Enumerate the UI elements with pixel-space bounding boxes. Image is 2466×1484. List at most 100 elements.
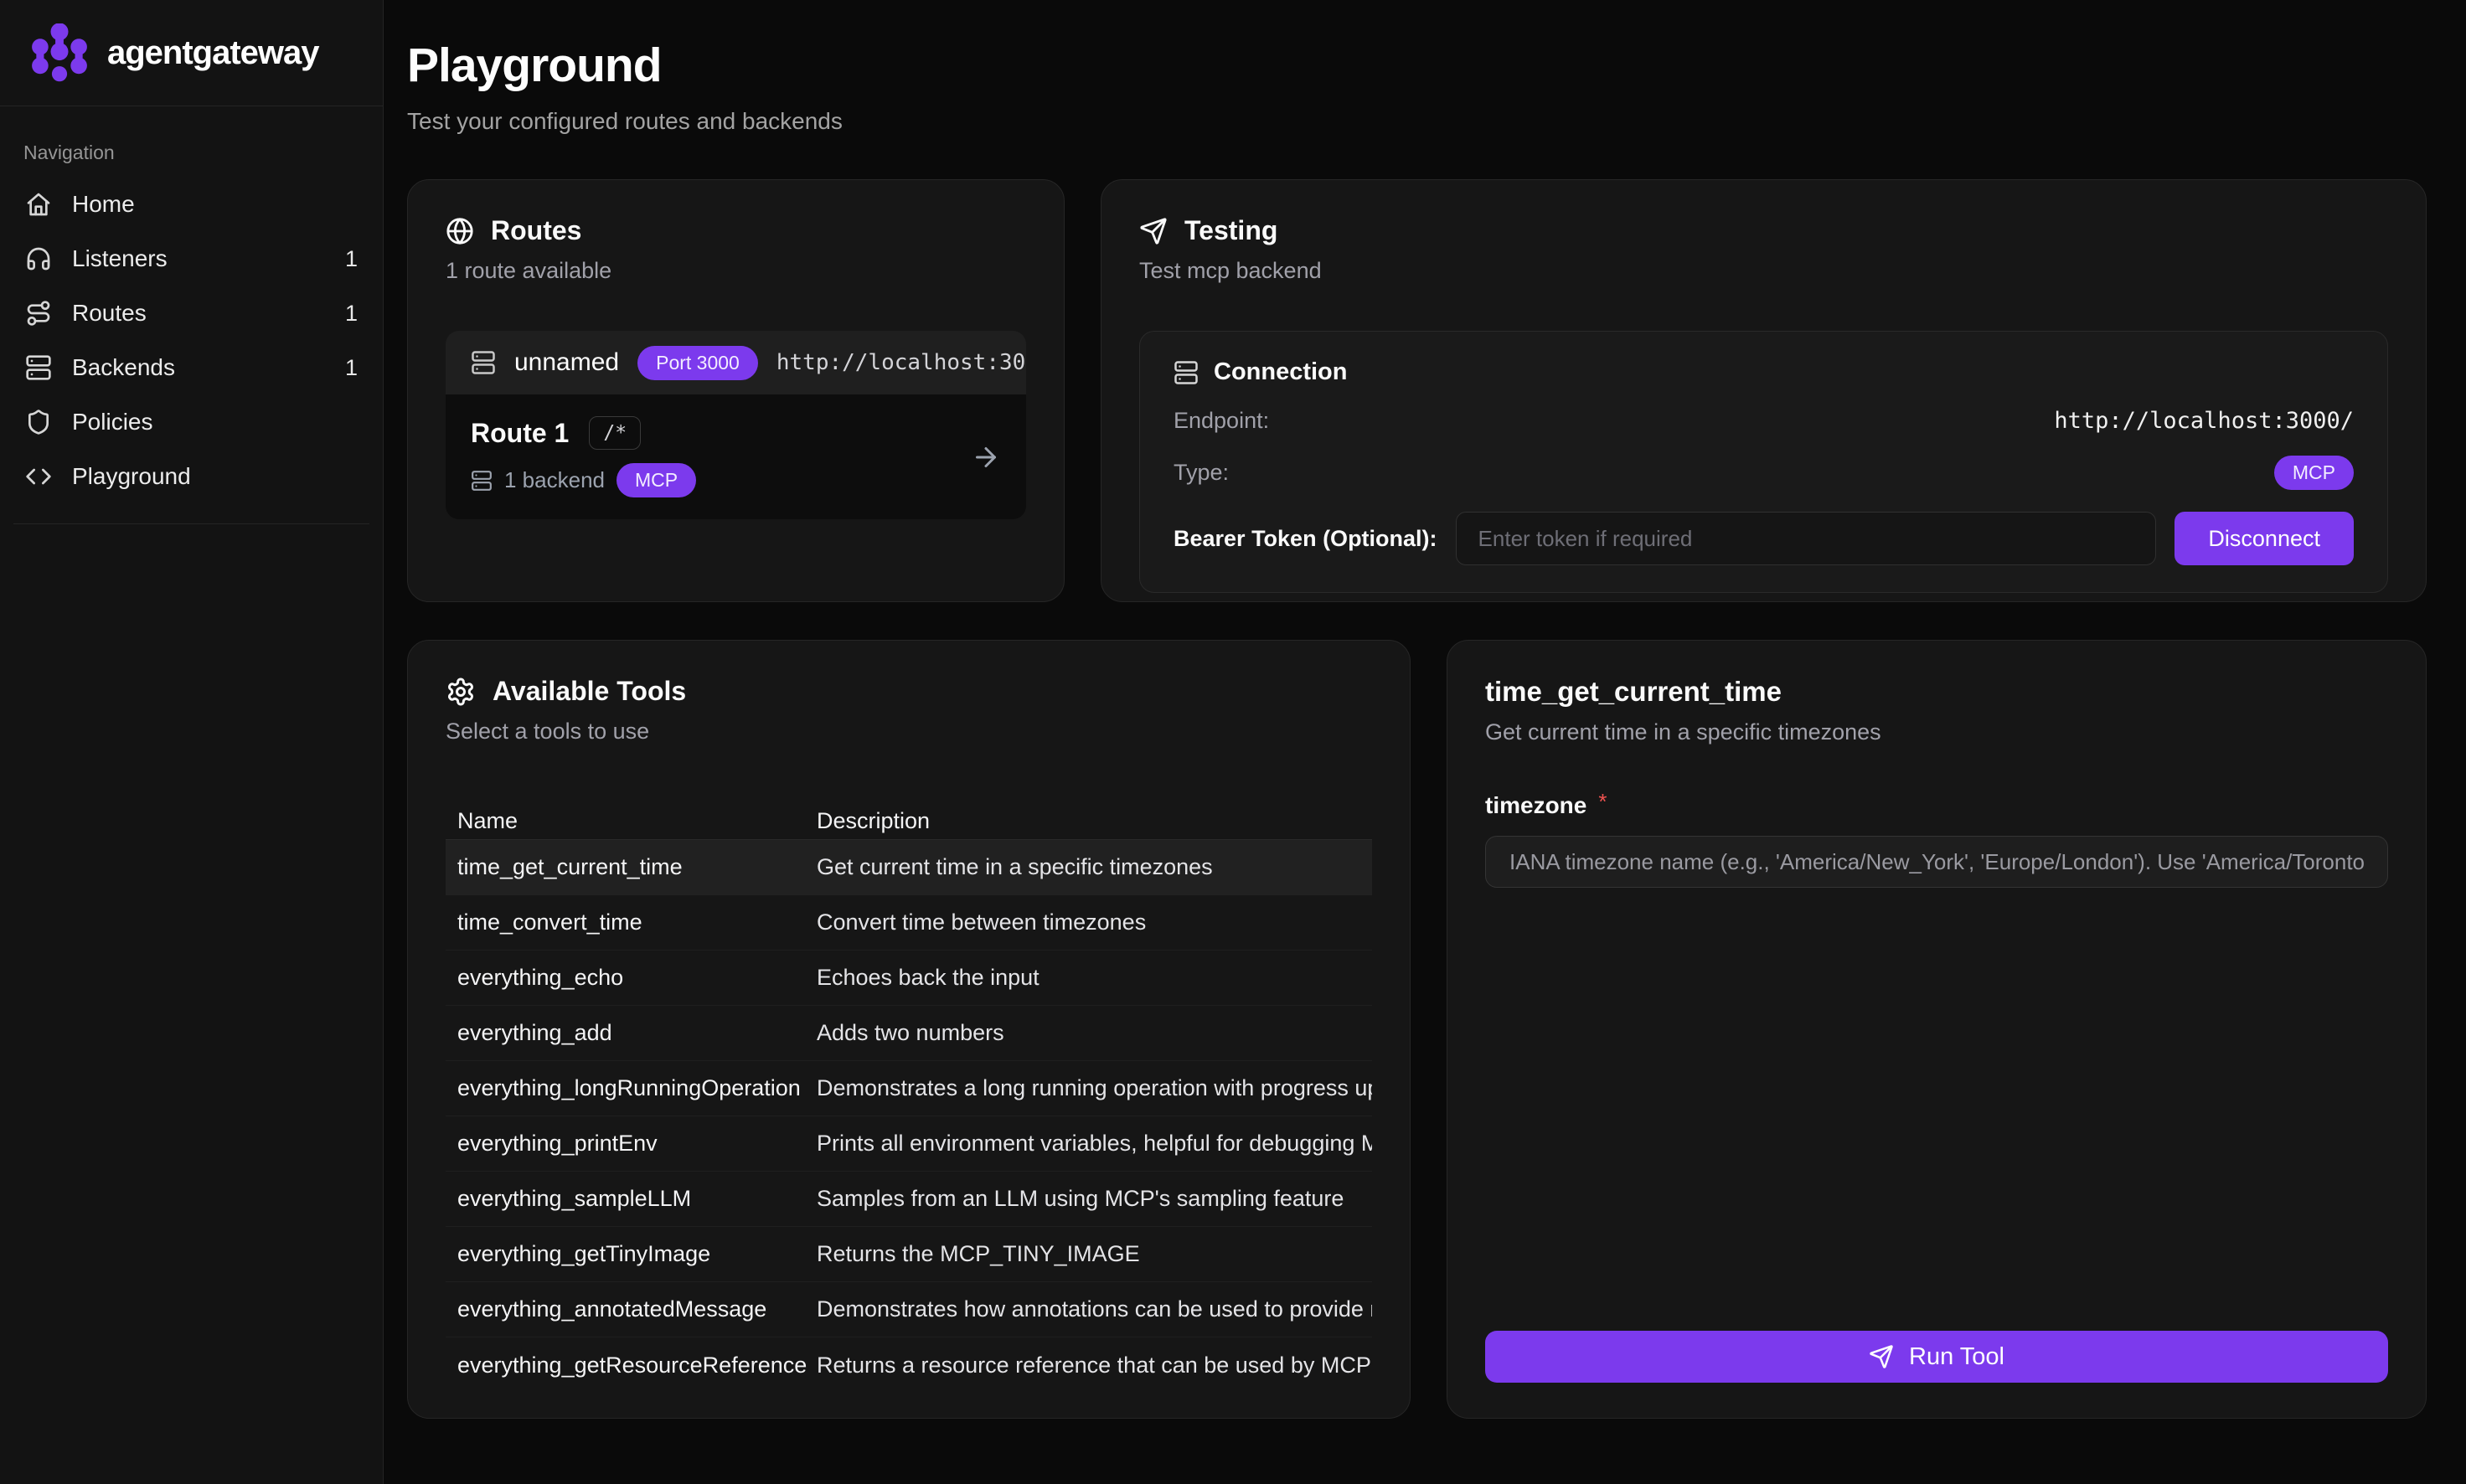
send-icon — [1869, 1344, 1894, 1369]
tool-description: Get current time in a specific timezones — [817, 854, 1372, 880]
endpoint-label: Endpoint: — [1174, 408, 1269, 434]
home-icon — [25, 191, 52, 218]
routes-card-title: Routes — [491, 215, 581, 246]
shield-icon — [25, 409, 52, 435]
sidebar-item-count: 1 — [345, 301, 358, 327]
sidebar-item-label: Routes — [72, 300, 147, 327]
route-icon — [25, 300, 52, 327]
tool-name: everything_add — [446, 1020, 817, 1046]
tool-description: Samples from an LLM using MCP's sampling… — [817, 1186, 1372, 1212]
app-name: agentgateway — [107, 34, 319, 72]
tool-description: Returns a resource reference that can be… — [817, 1353, 1372, 1378]
table-row-everything-samplellm[interactable]: everything_sampleLLM Samples from an LLM… — [446, 1172, 1372, 1227]
send-icon — [1139, 217, 1168, 245]
timezone-field-label: timezone — [1485, 792, 1586, 819]
route-row[interactable]: Route 1 /* 1 backend MCP — [446, 394, 1026, 519]
table-row-everything-annotatedmessage[interactable]: everything_annotatedMessage Demonstrates… — [446, 1282, 1372, 1337]
listener-name: unnamed — [514, 348, 619, 377]
server-icon — [471, 350, 496, 375]
sidebar-item-playground[interactable]: Playground — [13, 450, 369, 503]
bearer-token-label: Bearer Token (Optional): — [1174, 526, 1437, 552]
sidebar-item-label: Backends — [72, 354, 175, 381]
tools-card-subtitle: Select a tools to use — [446, 719, 1372, 745]
routes-card-subtitle: 1 route available — [446, 258, 1026, 284]
type-label: Type: — [1174, 460, 1229, 486]
code-icon — [25, 463, 52, 490]
agentgateway-logo-icon — [30, 23, 89, 82]
route-backend-count: 1 backend — [504, 467, 605, 493]
sidebar: agentgateway Navigation Home Listeners 1… — [0, 0, 384, 1484]
testing-card: Testing Test mcp backend Connection Endp… — [1101, 179, 2427, 602]
sidebar-item-home[interactable]: Home — [13, 178, 369, 231]
globe-icon — [446, 217, 474, 245]
tool-name: everything_sampleLLM — [446, 1186, 817, 1212]
listener-row: unnamed Port 3000 http://localhost:3000/ — [446, 331, 1026, 394]
sidebar-item-policies[interactable]: Policies — [13, 395, 369, 449]
tool-description: Adds two numbers — [817, 1020, 1372, 1046]
table-row-everything-printenv[interactable]: everything_printEnv Prints all environme… — [446, 1116, 1372, 1172]
testing-card-title: Testing — [1184, 215, 1277, 246]
tools-card-title: Available Tools — [493, 676, 686, 707]
server-icon — [25, 354, 52, 381]
tool-name: everything_getTinyImage — [446, 1241, 817, 1267]
sidebar-item-listeners[interactable]: Listeners 1 — [13, 232, 369, 286]
available-tools-card: Available Tools Select a tools to use Na… — [407, 640, 1411, 1419]
server-icon — [471, 470, 493, 492]
endpoint-value: http://localhost:3000/ — [2054, 408, 2354, 434]
route-name: Route 1 — [471, 418, 569, 449]
mcp-badge: MCP — [616, 463, 696, 497]
tool-description: Demonstrates a long running operation wi… — [817, 1075, 1372, 1101]
page-title: Playground — [407, 38, 2427, 93]
table-row-everything-longrunningoperation[interactable]: everything_longRunningOperation Demonstr… — [446, 1061, 1372, 1116]
table-row-everything-getresourcereference[interactable]: everything_getResourceReference Returns … — [446, 1337, 1372, 1393]
table-row-everything-gettinyimage[interactable]: everything_getTinyImage Returns the MCP_… — [446, 1227, 1372, 1282]
tool-name: time_convert_time — [446, 909, 817, 935]
tools-table: Name Description time_get_current_time G… — [446, 803, 1372, 1393]
testing-card-subtitle: Test mcp backend — [1139, 258, 2388, 284]
tool-detail-subtitle: Get current time in a specific timezones — [1485, 719, 2388, 745]
sidebar-item-label: Policies — [72, 409, 152, 435]
main-content: Playground Test your configured routes a… — [384, 0, 2466, 1484]
nav-separator — [13, 523, 369, 524]
sidebar-item-label: Playground — [72, 463, 191, 490]
route-list: unnamed Port 3000 http://localhost:3000/… — [446, 331, 1026, 519]
tool-name: everything_printEnv — [446, 1131, 817, 1157]
required-asterisk: * — [1598, 791, 1607, 812]
table-row-time-get-current-time[interactable]: time_get_current_time Get current time i… — [446, 840, 1372, 895]
tool-name: time_get_current_time — [446, 854, 817, 880]
routes-card: Routes 1 route available unnamed Port 30… — [407, 179, 1065, 602]
connection-card: Connection Endpoint: http://localhost:30… — [1139, 331, 2388, 593]
table-row-everything-echo[interactable]: everything_echo Echoes back the input — [446, 951, 1372, 1006]
app-logo[interactable]: agentgateway — [0, 0, 383, 106]
table-row-time-convert-time[interactable]: time_convert_time Convert time between t… — [446, 895, 1372, 951]
tool-name: everything_echo — [446, 965, 817, 991]
nav-section-label: Navigation — [23, 142, 369, 164]
tool-name: everything_longRunningOperation — [446, 1075, 817, 1101]
tools-table-header: Name Description — [446, 803, 1372, 840]
sidebar-item-routes[interactable]: Routes 1 — [13, 286, 369, 340]
tool-detail-card: time_get_current_time Get current time i… — [1447, 640, 2427, 1419]
timezone-input[interactable] — [1485, 836, 2388, 888]
page-subtitle: Test your configured routes and backends — [407, 108, 2427, 135]
route-path-chip: /* — [589, 416, 641, 450]
sidebar-item-label: Home — [72, 191, 135, 218]
listener-url: http://localhost:3000/ — [776, 350, 1026, 375]
tool-description: Convert time between timezones — [817, 909, 1372, 935]
connection-title: Connection — [1214, 358, 1348, 386]
bearer-token-input[interactable] — [1456, 512, 2157, 565]
run-tool-button[interactable]: Run Tool — [1485, 1331, 2388, 1383]
server-icon — [1174, 360, 1199, 385]
run-tool-label: Run Tool — [1909, 1343, 2004, 1371]
arrow-right-icon[interactable] — [971, 442, 1001, 472]
sidebar-item-count: 1 — [345, 355, 358, 381]
sidebar-item-label: Listeners — [72, 245, 168, 272]
sidebar-item-backends[interactable]: Backends 1 — [13, 341, 369, 394]
sidebar-item-count: 1 — [345, 246, 358, 272]
sidebar-nav: Navigation Home Listeners 1 Routes 1 — [0, 106, 383, 524]
type-mcp-badge: MCP — [2274, 456, 2354, 490]
tool-name: everything_getResourceReference — [446, 1353, 817, 1378]
disconnect-button[interactable]: Disconnect — [2175, 512, 2354, 565]
column-header-description: Description — [817, 808, 1372, 834]
table-row-everything-add[interactable]: everything_add Adds two numbers — [446, 1006, 1372, 1061]
tool-description: Echoes back the input — [817, 965, 1372, 991]
